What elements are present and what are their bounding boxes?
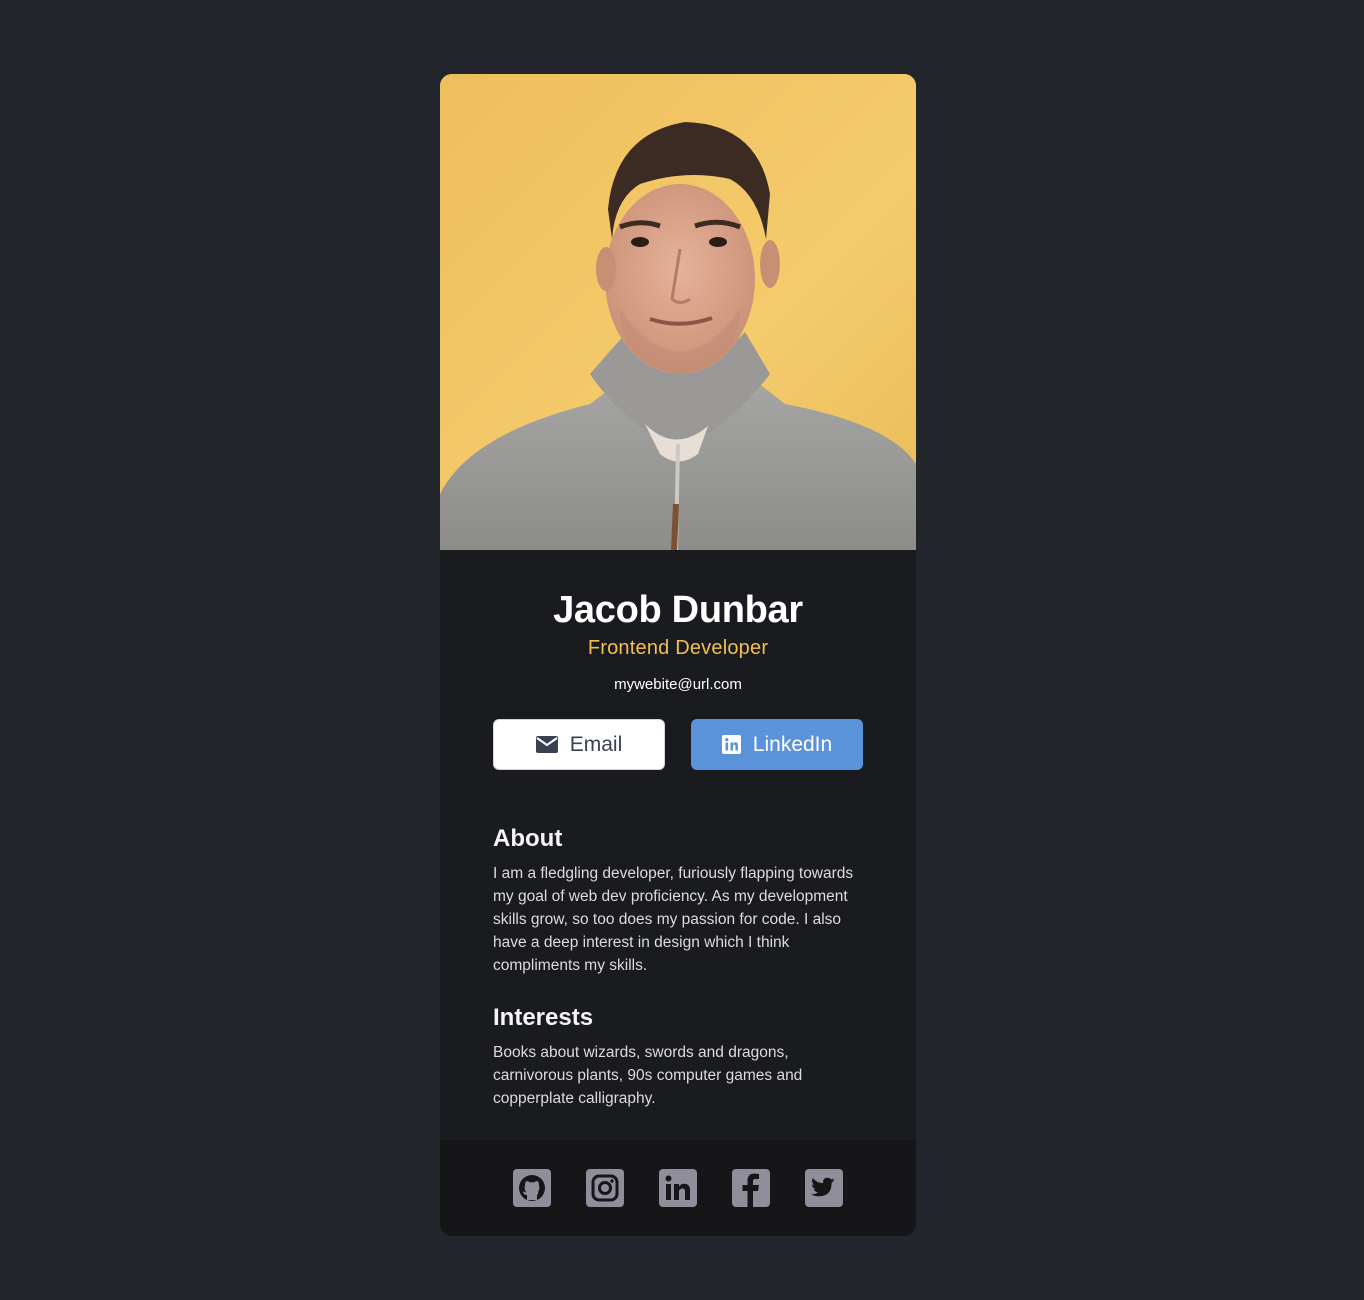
profile-photo (440, 74, 916, 550)
facebook-icon[interactable] (732, 1169, 770, 1207)
profile-info: Jacob Dunbar Frontend Developer mywebite… (440, 550, 916, 770)
social-footer (440, 1140, 916, 1236)
profile-website: mywebite@url.com (614, 676, 742, 693)
linkedin-icon (721, 735, 741, 754)
linkedin-button[interactable]: LinkedIn (691, 719, 863, 770)
twitter-icon[interactable] (805, 1169, 843, 1207)
profile-title: Frontend Developer (587, 637, 769, 659)
contact-buttons: Email LinkedIn (440, 719, 916, 770)
linkedin-button-label: LinkedIn (752, 732, 833, 756)
github-icon[interactable] (513, 1169, 551, 1207)
interests-section: Interests Books about wizards, swords an… (440, 1003, 916, 1110)
about-text: I am a fledgling developer, furiously fl… (493, 865, 854, 974)
instagram-icon[interactable] (586, 1169, 624, 1207)
email-button[interactable]: Email (493, 719, 665, 770)
profile-card: Jacob Dunbar Frontend Developer mywebite… (440, 74, 916, 1236)
about-heading: About (493, 825, 563, 852)
about-section: About I am a fledgling developer, furiou… (440, 824, 916, 977)
email-button-label: Email (569, 732, 623, 756)
envelope-icon (535, 736, 558, 753)
profile-name: Jacob Dunbar (553, 589, 803, 631)
interests-text: Books about wizards, swords and dragons,… (493, 1044, 803, 1107)
linkedin-icon[interactable] (659, 1169, 697, 1207)
interests-heading: Interests (493, 1004, 594, 1031)
